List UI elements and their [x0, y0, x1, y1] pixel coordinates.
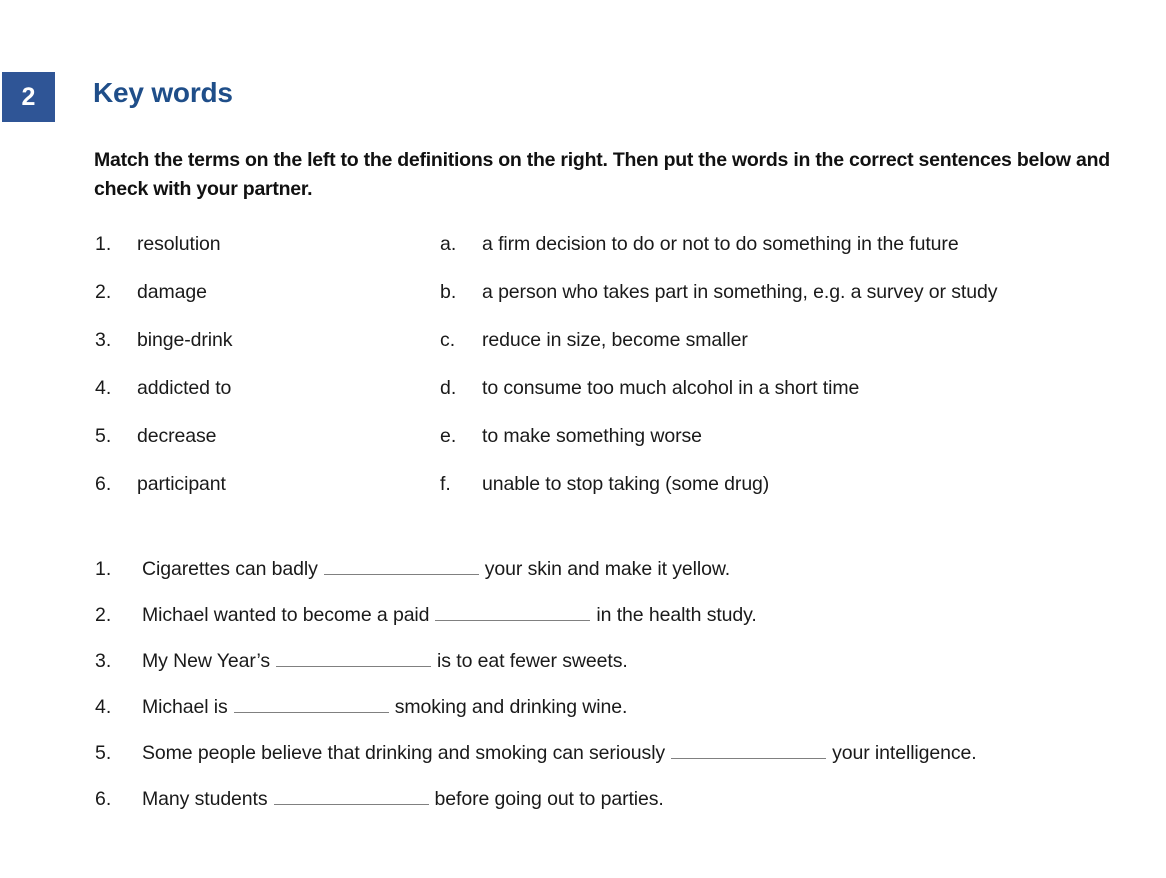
definition-letter: b. [440, 281, 457, 303]
definition-letter: c. [440, 329, 456, 351]
section-header: 2 Key words [0, 72, 1166, 124]
sentence-text-after: is to eat fewer sweets. [437, 650, 628, 672]
term-label[interactable]: participant [137, 471, 226, 497]
definition-label[interactable]: a firm decision to do or not to do somet… [482, 231, 959, 257]
term-number: 1. [95, 233, 112, 255]
sentence-number: 1. [95, 558, 112, 580]
answer-blank[interactable] [671, 741, 827, 759]
sentence-text: Many students before going out to partie… [142, 786, 664, 812]
sentence-number: 6. [95, 788, 112, 810]
sentence-row: 2. Michael wanted to become a paid in th… [0, 602, 1166, 648]
exercise-instructions: Match the terms on the left to the defin… [94, 149, 1110, 200]
sentence-text-after: in the health study. [596, 604, 757, 626]
sentence-text-before: Cigarettes can badly [142, 558, 318, 580]
answer-blank[interactable] [323, 557, 479, 575]
sentence-number: 3. [95, 650, 112, 672]
definition-label[interactable]: unable to stop taking (some drug) [482, 471, 769, 497]
sentence-row: 5. Some people believe that drinking and… [0, 740, 1166, 786]
sentence-row: 4. Michael is smoking and drinking wine. [0, 694, 1166, 740]
definition-label[interactable]: to make something worse [482, 423, 702, 449]
sentence-text-before: Some people believe that drinking and sm… [142, 742, 666, 764]
term-label[interactable]: addicted to [137, 375, 231, 401]
sentence-text-before: Michael wanted to become a paid [142, 604, 430, 626]
match-row: 2. damage b. a person who takes part in … [0, 279, 1166, 327]
match-row: 5. decrease e. to make something worse [0, 423, 1166, 471]
matching-exercise: 1. resolution a. a firm decision to do o… [0, 231, 1166, 519]
sentence-number: 5. [95, 742, 112, 764]
term-label[interactable]: resolution [137, 231, 221, 257]
definition-label[interactable]: to consume too much alcohol in a short t… [482, 375, 859, 401]
sentence-number: 2. [95, 604, 112, 626]
sentence-text: Michael is smoking and drinking wine. [142, 694, 627, 720]
section-number-badge: 2 [2, 72, 55, 122]
sentence-text-before: Many students [142, 788, 268, 810]
sentence-text-after: before going out to parties. [434, 788, 664, 810]
definition-label[interactable]: a person who takes part in something, e.… [482, 279, 997, 305]
term-number: 5. [95, 425, 112, 447]
sentence-text-before: Michael is [142, 696, 228, 718]
sentence-text-after: smoking and drinking wine. [394, 696, 628, 718]
sentence-text-before: My New Year’s [142, 650, 271, 672]
definition-label[interactable]: reduce in size, become smaller [482, 327, 748, 353]
term-number: 6. [95, 473, 112, 495]
answer-blank[interactable] [435, 603, 591, 621]
answer-blank[interactable] [276, 649, 432, 667]
sentence-text-after: your skin and make it yellow. [484, 558, 731, 580]
sentence-number: 4. [95, 696, 112, 718]
term-number: 2. [95, 281, 112, 303]
answer-blank[interactable] [273, 787, 429, 805]
sentence-text-after: your intelligence. [832, 742, 977, 764]
term-label[interactable]: damage [137, 279, 207, 305]
term-number: 4. [95, 377, 112, 399]
answer-blank[interactable] [233, 695, 389, 713]
sentence-text: My New Year’s is to eat fewer sweets. [142, 648, 628, 674]
definition-letter: e. [440, 425, 457, 447]
sentence-row: 3. My New Year’s is to eat fewer sweets. [0, 648, 1166, 694]
sentence-text: Cigarettes can badly your skin and make … [142, 556, 730, 582]
term-label[interactable]: decrease [137, 423, 217, 449]
match-row: 1. resolution a. a firm decision to do o… [0, 231, 1166, 279]
term-label[interactable]: binge-drink [137, 327, 232, 353]
match-row: 3. binge-drink c. reduce in size, become… [0, 327, 1166, 375]
definition-letter: a. [440, 233, 457, 255]
sentence-text: Michael wanted to become a paid in the h… [142, 602, 757, 628]
gap-fill-exercise: 1. Cigarettes can badly your skin and ma… [0, 556, 1166, 832]
sentence-row: 6. Many students before going out to par… [0, 786, 1166, 832]
sentence-row: 1. Cigarettes can badly your skin and ma… [0, 556, 1166, 602]
match-row: 4. addicted to d. to consume too much al… [0, 375, 1166, 423]
match-row: 6. participant f. unable to stop taking … [0, 471, 1166, 519]
definition-letter: f. [440, 473, 451, 495]
sentence-text: Some people believe that drinking and sm… [142, 740, 977, 766]
page-title: Key words [93, 77, 233, 108]
term-number: 3. [95, 329, 112, 351]
definition-letter: d. [440, 377, 457, 399]
